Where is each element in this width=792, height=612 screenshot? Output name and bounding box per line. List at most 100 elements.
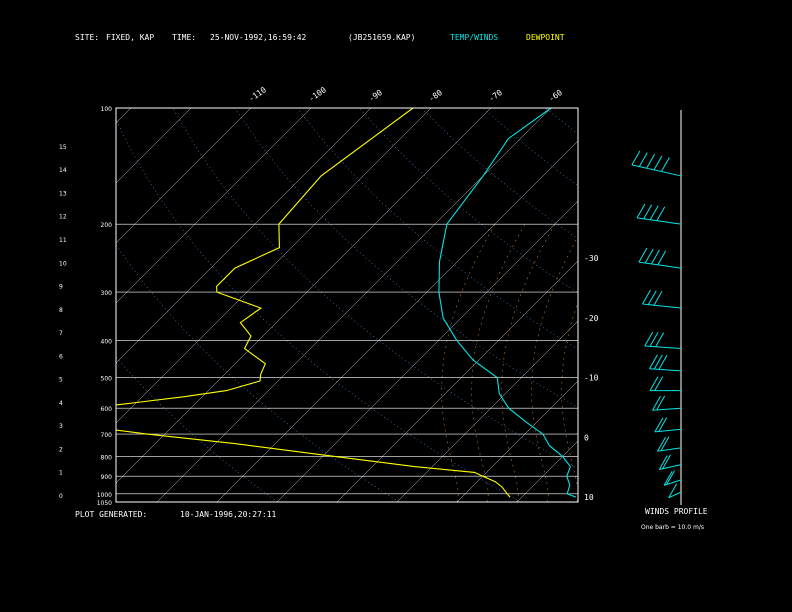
temperature-profile-line — [438, 108, 577, 498]
height-tick-label: 13 — [59, 190, 67, 197]
wind-barb-feather — [656, 395, 666, 411]
plot-frame — [115, 107, 579, 503]
pressure-tick-label: 600 — [101, 406, 113, 413]
dry-adiabat-line — [545, 108, 578, 135]
isotherm-line — [156, 108, 552, 502]
wind-barb-feather — [658, 355, 668, 370]
dry-adiabat-line — [116, 118, 522, 502]
height-tick-label: 2 — [59, 446, 63, 453]
isotherm-line — [116, 108, 492, 484]
isotherm-line — [757, 108, 792, 502]
height-tick-label: 6 — [59, 353, 63, 360]
pressure-tick-label: 300 — [101, 290, 113, 297]
isotherm-right-label: -20 — [584, 314, 599, 323]
wind-barb-feather — [643, 204, 653, 220]
height-tick-label: 3 — [59, 423, 63, 430]
wind-barb-feather — [644, 248, 654, 264]
wind-barb-feather — [631, 150, 641, 166]
moist-adiabat-line — [561, 301, 578, 502]
wind-barb-feather — [653, 354, 663, 370]
wind-barb-feather — [657, 250, 667, 266]
isotherm-line — [576, 500, 578, 502]
height-tick-label: 14 — [59, 167, 67, 174]
wind-barb-feather — [660, 157, 670, 172]
plot-generated-value: 10-JAN-1996,20:27:11 — [180, 510, 277, 519]
dry-adiabat-line — [670, 108, 792, 502]
wind-barb-feather — [638, 247, 648, 263]
pressure-tick-label: 800 — [101, 454, 113, 461]
wind-barb-shaft — [659, 464, 682, 470]
dry-adiabat-line — [732, 108, 792, 502]
wind-barb-feather — [654, 376, 664, 391]
wind-barb-feather — [649, 376, 659, 391]
isotherm-line — [116, 108, 312, 304]
dry-adiabat-line — [608, 108, 792, 502]
moist-adiabat-line — [471, 223, 526, 502]
height-tick-label: 10 — [59, 260, 67, 267]
dry-adiabat-line — [420, 108, 578, 240]
isotherm-top-label: -100 — [307, 85, 328, 104]
height-tick-label: 0 — [59, 493, 63, 500]
dry-adiabat-line — [116, 356, 278, 502]
height-tick-label: 11 — [59, 237, 67, 244]
pressure-tick-label: 1000 — [97, 492, 112, 499]
isotherm-line — [116, 108, 192, 184]
dry-adiabat-line — [358, 108, 578, 294]
isotherm-top-label: -60 — [547, 88, 564, 104]
pressure-tick-label: 500 — [101, 376, 113, 383]
wind-barb-feather — [656, 206, 666, 221]
time-value: 25-NOV-1992,16:59:42 — [210, 33, 307, 42]
legend-temp: TEMP/WINDS — [450, 33, 498, 42]
moist-adiabat-line — [652, 224, 705, 502]
pressure-tick-label: 1050 — [97, 500, 112, 507]
moist-adiabat-line — [682, 224, 735, 502]
moist-adiabat-line — [441, 223, 496, 502]
isotherm-top-label: -70 — [487, 88, 504, 104]
wind-barb-feather — [646, 153, 656, 169]
wind-barb-feather — [649, 354, 658, 369]
isotherm-line — [276, 200, 578, 502]
isotherm-top-label: -90 — [367, 88, 384, 104]
moist-adiabat-line — [531, 235, 578, 502]
moist-adiabat-line — [501, 223, 556, 502]
height-tick-label: 9 — [59, 284, 63, 291]
dewpoint-profile-line — [116, 108, 511, 498]
moist-adiabat-line — [592, 224, 645, 502]
background-lines — [0, 108, 792, 502]
wind-barb-feather — [638, 152, 648, 167]
file-id: (JB251659.KAP) — [348, 33, 415, 42]
isobars — [116, 223, 578, 495]
height-tick-label: 7 — [59, 330, 63, 337]
pressure-tick-label: 200 — [101, 222, 113, 229]
isotherm-line — [116, 108, 252, 244]
wind-barb-shaft — [642, 303, 682, 309]
wind-barb-feather — [651, 249, 660, 265]
dry-adiabat-line — [483, 108, 578, 187]
pressure-tick-label: 700 — [101, 432, 113, 439]
pressure-tick-label: 900 — [101, 474, 113, 481]
isotherm-line — [116, 108, 372, 364]
height-tick-label: 15 — [59, 144, 67, 151]
pressure-tick-label: 100 — [101, 106, 113, 113]
isotherm-right-label: -10 — [584, 374, 599, 383]
dry-adiabat-line — [296, 108, 578, 350]
height-tick-label: 4 — [59, 400, 63, 407]
dry-adiabat-line — [172, 108, 578, 469]
isotherm-line — [697, 108, 792, 502]
wind-barbs — [631, 150, 682, 499]
legend-dewpoint: DEWPOINT — [526, 33, 565, 42]
isotherm-line — [396, 320, 578, 502]
wind-barb-feather — [658, 417, 668, 432]
isotherm-right-label: 0 — [584, 434, 589, 443]
height-tick-label: 8 — [59, 307, 63, 314]
height-tick-label: 5 — [59, 377, 63, 384]
isotherm-top-label: -80 — [427, 88, 444, 104]
wind-barb-feather — [649, 205, 659, 221]
isotherm-line — [0, 108, 11, 502]
dry-adiabat-line — [234, 108, 578, 408]
skewt-chart: SITE: FIXED, KAP TIME: 25-NOV-1992,16:59… — [0, 33, 792, 531]
time-label: TIME: — [172, 33, 196, 42]
wind-barb-feather — [654, 417, 664, 433]
site-value: FIXED, KAP — [106, 33, 154, 42]
wind-barb-feather — [652, 395, 661, 411]
